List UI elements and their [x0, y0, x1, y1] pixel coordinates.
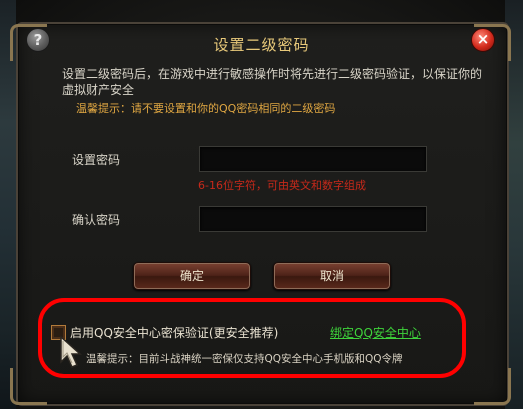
bind-qq-security-link[interactable]: 绑定QQ安全中心: [330, 324, 421, 341]
frame-corner-ornament: [474, 368, 511, 405]
password-tip: 温馨提示：请不要设置和你的QQ密码相同的二级密码: [76, 102, 336, 115]
password-label: 设置密码: [72, 153, 121, 167]
confirm-password-label: 确认密码: [72, 213, 121, 227]
game-background: ? × 设置二级密码 设置二级密码后，在游戏中进行敏感操作时将先进行二级密码验证…: [0, 0, 523, 409]
frame-corner-ornament: [10, 368, 47, 405]
confirm-button[interactable]: 确定: [133, 262, 251, 290]
password-hint: 6-16位字符，可由英文和数字组成: [198, 179, 366, 192]
cancel-button[interactable]: 取消: [273, 262, 391, 290]
password-input[interactable]: [199, 146, 427, 172]
confirm-password-input[interactable]: [199, 206, 427, 232]
dialog-description: 设置二级密码后，在游戏中进行敏感操作时将先进行二级密码验证，以保证你的虚拟财产安…: [62, 67, 483, 97]
qq-security-checkbox-label[interactable]: 启用QQ安全中心密保验证(更安全推荐): [70, 324, 278, 341]
dialog-title: 设置二级密码: [213, 36, 310, 54]
scene-edge-left: [0, 0, 16, 409]
mouse-pointer-icon: [60, 335, 82, 368]
security-tip: 温馨提示：目前斗战神统一密保仅支持QQ安全中心手机版和QQ令牌: [86, 353, 403, 365]
